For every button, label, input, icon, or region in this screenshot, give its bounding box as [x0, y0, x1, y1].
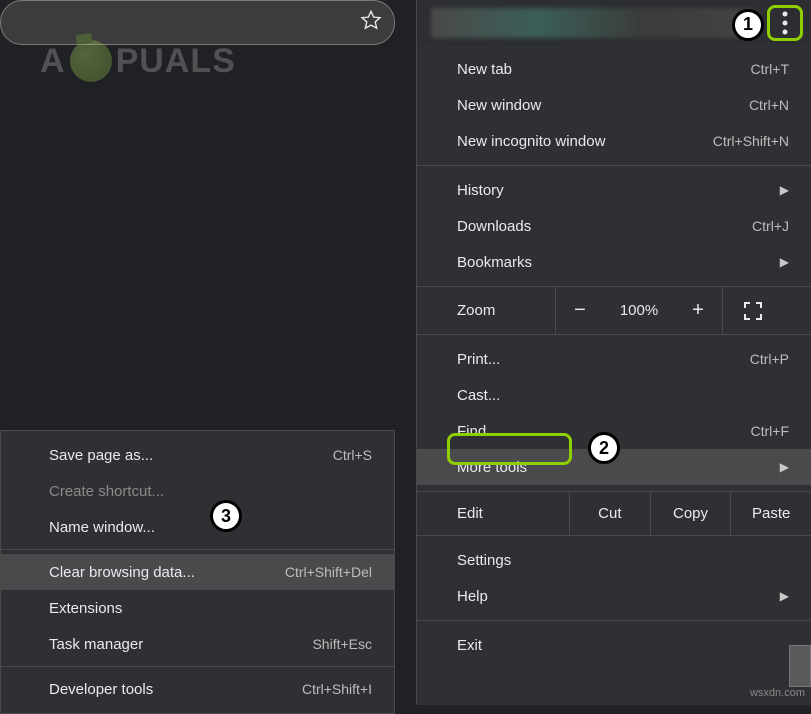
- menu-button[interactable]: 1: [767, 5, 803, 41]
- submenu-name-window[interactable]: Name window...: [1, 509, 394, 545]
- callout-1: 1: [732, 9, 764, 41]
- menu-downloads[interactable]: Downloads Ctrl+J: [417, 208, 811, 244]
- menu-edit-row: Edit Cut Copy Paste: [417, 492, 811, 536]
- watermark: wsxdn.com: [750, 687, 805, 699]
- fullscreen-icon: [744, 302, 762, 320]
- fullscreen-button[interactable]: [723, 302, 783, 320]
- submenu-extensions[interactable]: Extensions: [1, 590, 394, 626]
- submenu-create-shortcut: Create shortcut...: [1, 473, 394, 509]
- callout-2: 2: [588, 432, 620, 464]
- edit-label: Edit: [457, 505, 569, 522]
- chevron-right-icon: ▶: [780, 255, 789, 269]
- bookmark-star-icon[interactable]: [360, 9, 382, 36]
- zoom-in-button[interactable]: +: [674, 299, 722, 322]
- edit-cut-button[interactable]: Cut: [569, 492, 650, 535]
- menu-new-window[interactable]: New window Ctrl+N: [417, 87, 811, 123]
- menu-zoom-row: Zoom − 100% +: [417, 287, 811, 335]
- menu-section-exit: Exit: [417, 621, 811, 669]
- callout-3: 3: [210, 500, 242, 532]
- chrome-main-menu: 1 New tab Ctrl+T New window Ctrl+N New i…: [416, 0, 811, 705]
- menu-settings[interactable]: Settings: [417, 542, 811, 578]
- scrollbar-thumb[interactable]: [789, 645, 811, 687]
- zoom-percent: 100%: [604, 302, 674, 319]
- submenu-clear-browsing-data[interactable]: Clear browsing data... Ctrl+Shift+Del: [1, 554, 394, 590]
- chevron-right-icon: ▶: [780, 460, 789, 474]
- logo-mascot-icon: [70, 40, 112, 82]
- menu-section-settings: Settings Help ▶: [417, 536, 811, 621]
- appuals-logo: A PUALS: [40, 40, 236, 82]
- menu-help[interactable]: Help ▶: [417, 578, 811, 614]
- submenu-task-manager[interactable]: Task manager Shift+Esc: [1, 626, 394, 662]
- edit-paste-button[interactable]: Paste: [730, 492, 811, 535]
- logo-text-right: PUALS: [116, 42, 236, 81]
- more-tools-submenu: Save page as... Ctrl+S Create shortcut..…: [0, 430, 395, 714]
- menu-new-incognito[interactable]: New incognito window Ctrl+Shift+N: [417, 123, 811, 159]
- menu-new-tab[interactable]: New tab Ctrl+T: [417, 51, 811, 87]
- menu-section-nav: History ▶ Downloads Ctrl+J Bookmarks ▶: [417, 166, 811, 287]
- menu-section-new: New tab Ctrl+T New window Ctrl+N New inc…: [417, 45, 811, 166]
- submenu-save-page-as[interactable]: Save page as... Ctrl+S: [1, 437, 394, 473]
- chevron-right-icon: ▶: [780, 589, 789, 603]
- menu-exit[interactable]: Exit: [417, 627, 811, 663]
- menu-history[interactable]: History ▶: [417, 172, 811, 208]
- menu-bookmarks[interactable]: Bookmarks ▶: [417, 244, 811, 280]
- zoom-label: Zoom: [457, 302, 555, 319]
- toolbar-right: 1: [417, 0, 811, 45]
- edit-copy-button[interactable]: Copy: [650, 492, 731, 535]
- zoom-out-button[interactable]: −: [556, 299, 604, 322]
- menu-cast[interactable]: Cast...: [417, 377, 811, 413]
- chevron-right-icon: ▶: [780, 183, 789, 197]
- menu-print[interactable]: Print... Ctrl+P: [417, 341, 811, 377]
- logo-text-left: A: [40, 42, 66, 81]
- address-bar[interactable]: [0, 0, 395, 45]
- submenu-separator: [1, 666, 394, 667]
- submenu-separator: [1, 549, 394, 550]
- menu-section-tools: Print... Ctrl+P Cast... Find... Ctrl+F M…: [417, 335, 811, 492]
- profile-area-blurred: [431, 8, 753, 38]
- submenu-developer-tools[interactable]: Developer tools Ctrl+Shift+I: [1, 671, 394, 707]
